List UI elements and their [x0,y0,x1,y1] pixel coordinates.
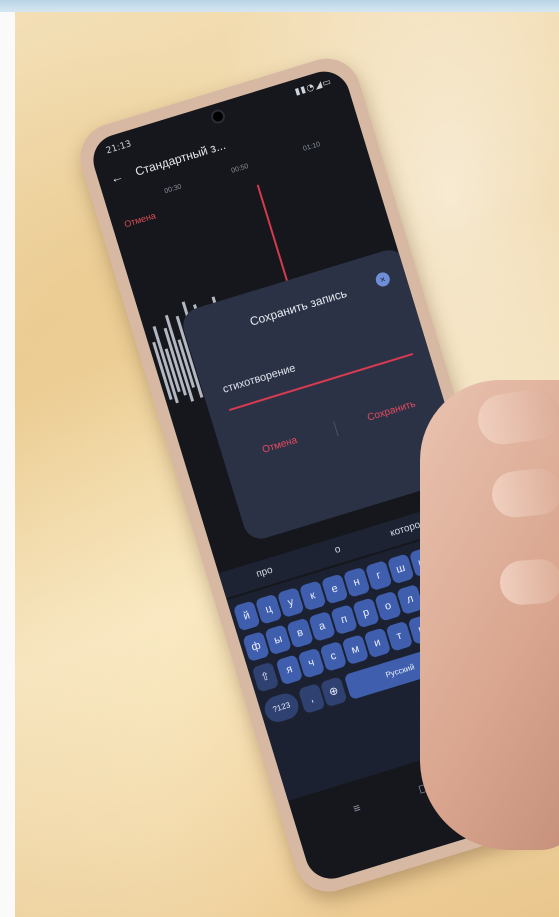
status-icons: ▮▮◔◢▭ [293,76,334,98]
shift-key[interactable]: ⇧ [251,661,280,693]
image-left-border [0,12,15,917]
button-divider [333,420,339,437]
finger [498,557,559,607]
back-arrow-icon[interactable]: ← [108,168,125,186]
timeline-label: 01:10 [302,141,322,153]
save-button[interactable]: Сохранить [366,399,417,424]
hand-holding-phone [420,380,559,850]
numbers-switch-key[interactable]: ?123 [261,690,302,726]
timeline-label: 00:30 [163,183,183,196]
cancel-button[interactable]: Отмена [261,435,299,456]
filename-input[interactable]: стихотворение [221,328,414,411]
suggestion-item[interactable]: про [255,565,274,580]
recent-apps-icon[interactable]: ≡ [351,800,362,815]
status-time: 21:13 [104,139,133,157]
suggestion-item[interactable]: о [333,544,342,556]
timeline-label: 00:50 [230,162,250,175]
